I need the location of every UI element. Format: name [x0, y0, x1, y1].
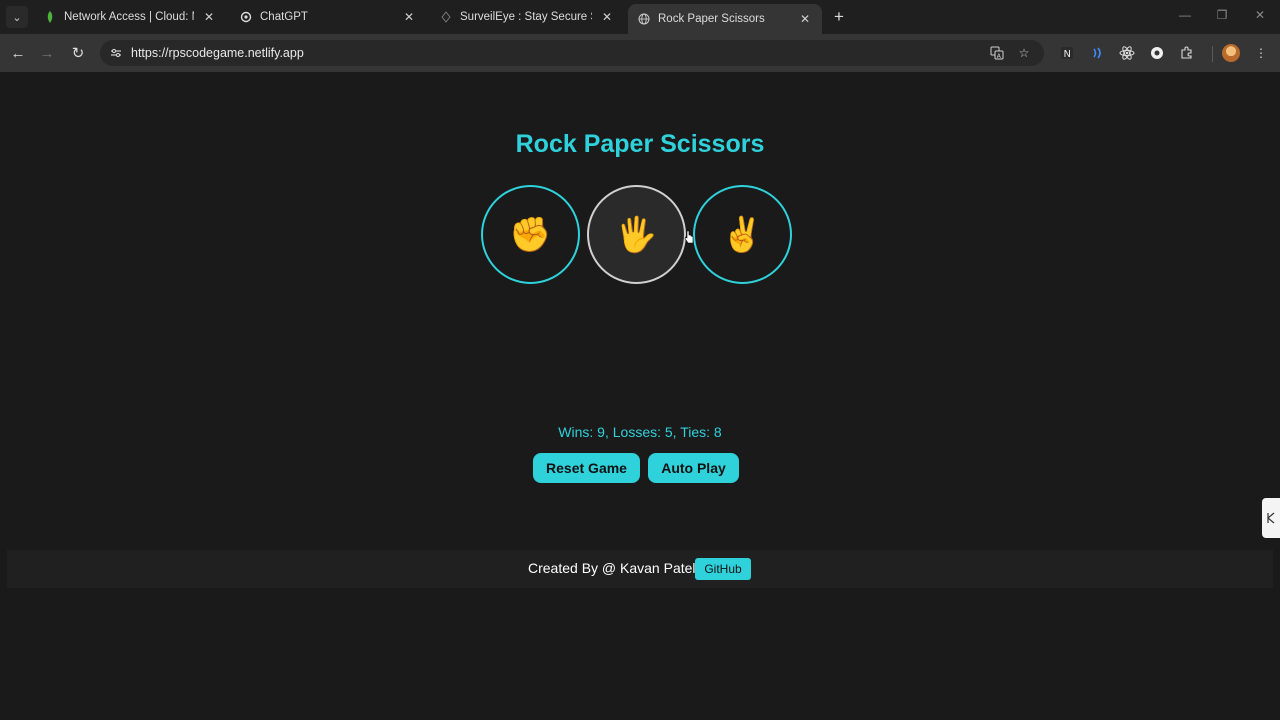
address-bar[interactable]: https://rpscodegame.netlify.app A ☆	[100, 40, 1044, 66]
window-close-icon[interactable]: ✕	[1253, 8, 1267, 22]
url-text[interactable]: https://rpscodegame.netlify.app	[131, 46, 304, 60]
close-tab-icon[interactable]: ✕	[798, 12, 812, 26]
translate-icon[interactable]: A	[989, 45, 1005, 61]
close-tab-icon[interactable]: ✕	[402, 10, 416, 24]
chatgpt-icon	[240, 11, 252, 23]
extension-n-icon[interactable]: N	[1058, 44, 1076, 62]
reset-game-button[interactable]: Reset Game	[533, 453, 640, 483]
tab-mongodb[interactable]: Network Access | Cloud: MongoDB ✕	[34, 4, 226, 30]
reload-icon[interactable]: ↻	[68, 43, 88, 63]
minimize-icon[interactable]: —	[1178, 8, 1192, 22]
new-tab-icon[interactable]: +	[830, 7, 848, 27]
tab-strip: ⌄ Network Access | Cloud: MongoDB ✕ Chat…	[0, 0, 1280, 34]
svg-text:N: N	[1064, 49, 1071, 60]
extension-wave-icon[interactable]	[1088, 44, 1106, 62]
tab-chatgpt[interactable]: ChatGPT ✕	[230, 4, 426, 30]
browser-toolbar: ← → ↻ https://rpscodegame.netlify.app A …	[0, 34, 1280, 72]
github-link[interactable]: GitHub	[695, 558, 751, 580]
react-devtools-icon[interactable]	[1118, 44, 1136, 62]
tab-title: ChatGPT	[260, 11, 308, 23]
tab-title: Network Access | Cloud: MongoDB	[64, 11, 194, 23]
mongodb-leaf-icon	[44, 11, 56, 23]
hand-cursor-icon	[684, 230, 694, 244]
paper-emoji-icon: 🖐	[615, 215, 658, 254]
side-panel-tab-icon[interactable]	[1262, 498, 1280, 538]
auto-play-button[interactable]: Auto Play	[648, 453, 739, 483]
surveileye-icon	[440, 11, 452, 23]
scissors-button[interactable]: ✌	[693, 185, 792, 284]
footer: Created By @ Kavan Patel GitHub	[7, 550, 1273, 588]
bookmark-star-icon[interactable]: ☆	[1016, 45, 1032, 61]
page-content: Rock Paper Scissors ✊ 🖐 ✌ Wins: 9, Losse…	[0, 72, 1280, 720]
tab-title: SurveilEye : Stay Secure Stay Smart	[460, 11, 592, 23]
close-tab-icon[interactable]: ✕	[600, 10, 614, 24]
scissors-emoji-icon: ✌	[721, 215, 764, 254]
toolbar-divider	[1212, 46, 1213, 62]
paper-button[interactable]: 🖐	[587, 185, 686, 284]
tab-search-button[interactable]: ⌄	[6, 6, 28, 28]
close-tab-icon[interactable]: ✕	[202, 10, 216, 24]
profile-avatar[interactable]	[1222, 44, 1240, 62]
score-text: Wins: 9, Losses: 5, Ties: 8	[558, 424, 722, 440]
page-title: Rock Paper Scissors	[515, 130, 765, 158]
extension-circle-icon[interactable]	[1148, 44, 1166, 62]
restore-icon[interactable]: ❐	[1215, 8, 1229, 22]
tab-rock-paper-scissors[interactable]: Rock Paper Scissors ✕	[628, 4, 822, 34]
tab-title: Rock Paper Scissors	[658, 13, 765, 25]
footer-credit: Created By @ Kavan Patel	[528, 560, 696, 576]
globe-icon	[638, 13, 650, 25]
tab-surveileye[interactable]: SurveilEye : Stay Secure Stay Smart ✕	[430, 4, 624, 30]
more-menu-icon[interactable]: ⋮	[1252, 44, 1270, 62]
forward-arrow-icon[interactable]: →	[37, 43, 57, 63]
back-arrow-icon[interactable]: ←	[8, 43, 28, 63]
rock-emoji-icon: ✊	[509, 215, 552, 254]
site-settings-icon[interactable]	[108, 45, 124, 61]
extensions-puzzle-icon[interactable]	[1178, 44, 1196, 62]
rock-button[interactable]: ✊	[481, 185, 580, 284]
